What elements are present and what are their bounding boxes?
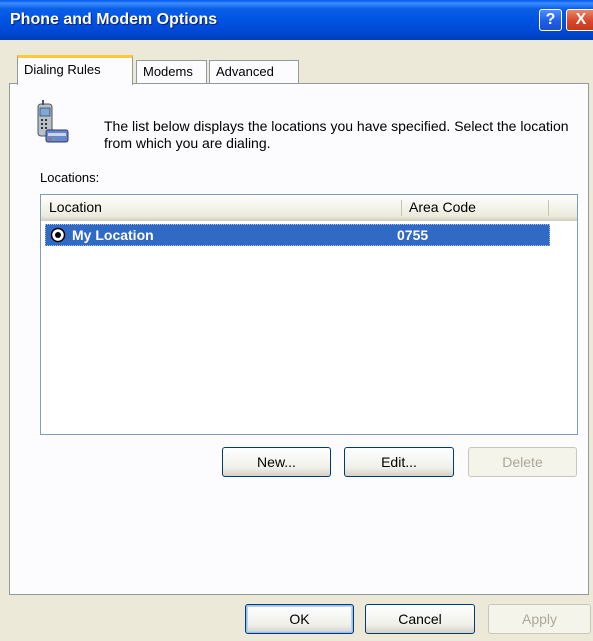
ok-button[interactable]: OK (245, 604, 354, 634)
tab-advanced[interactable]: Advanced (209, 60, 299, 84)
locations-list[interactable]: Location Area Code My Location 0755 (40, 194, 578, 435)
locations-label: Locations: (40, 170, 100, 185)
help-button[interactable]: ? (539, 9, 562, 31)
tab-label: Dialing Rules (24, 62, 101, 77)
cancel-button[interactable]: Cancel (365, 604, 475, 634)
list-item[interactable]: My Location 0755 (45, 224, 550, 246)
apply-button[interactable]: Apply (488, 604, 591, 634)
column-header-area-code[interactable]: Area Code (401, 195, 548, 220)
tab-dialing-rules[interactable]: Dialing Rules (17, 55, 133, 85)
row-area-code: 0755 (397, 227, 429, 243)
description-text: The list below displays the locations yo… (104, 118, 569, 151)
new-button[interactable]: New... (222, 447, 331, 477)
row-location: My Location (72, 227, 154, 243)
edit-button[interactable]: Edit... (344, 447, 454, 477)
tab-label: Modems (143, 64, 193, 79)
delete-button[interactable]: Delete (468, 447, 577, 477)
selected-location-icon (50, 227, 66, 243)
tab-modems[interactable]: Modems (136, 60, 207, 84)
close-button[interactable]: X (566, 9, 593, 31)
help-icon: ? (545, 11, 556, 28)
column-divider[interactable] (548, 200, 549, 216)
column-header-location[interactable]: Location (41, 195, 401, 220)
close-icon: X (575, 11, 587, 28)
window-title: Phone and Modem Options (10, 11, 218, 28)
phone-modem-icon (37, 100, 69, 143)
tab-label: Advanced (216, 64, 274, 79)
title-bar[interactable]: Phone and Modem Options ? X (0, 0, 593, 40)
list-header: Location Area Code (41, 195, 577, 221)
